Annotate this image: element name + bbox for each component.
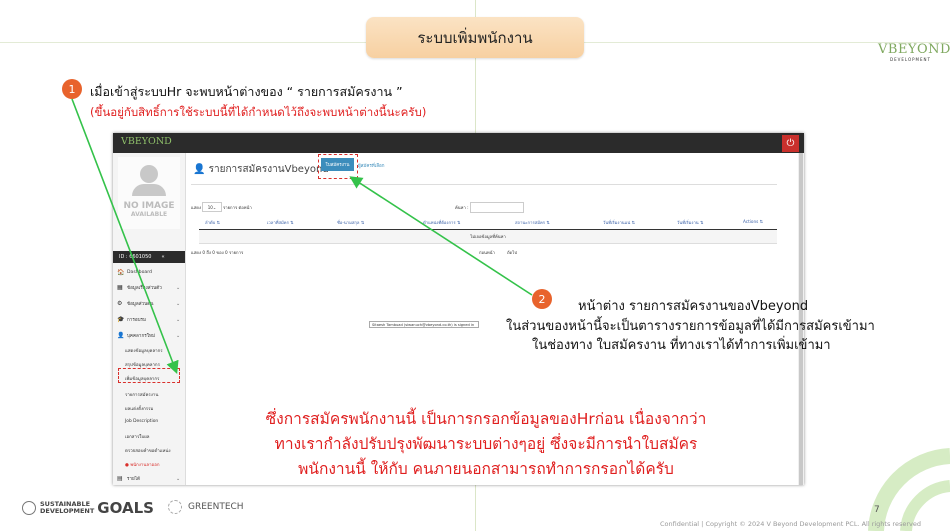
column-header[interactable]: วันที่เริ่มงานแน่ ⇅ [603, 219, 635, 226]
sidebar-item-label: ข้อมูลส่วนตน [127, 302, 154, 307]
app-brand[interactable]: VBEYOND [121, 136, 172, 147]
app-topbar: VBEYOND ⏻ [113, 133, 804, 153]
column-header[interactable]: ตำแหน่งที่ต้องการ ⇅ [423, 219, 460, 226]
user-icon: 👤 [117, 332, 125, 339]
user-id: ID : 6601050 [119, 254, 152, 260]
home-icon: 🏠 [117, 269, 125, 276]
sdg-goals: GOALS [97, 499, 154, 517]
column-header[interactable]: สถานะการสมัคร ⇅ [515, 219, 550, 226]
subnav-item[interactable]: เอกสารใบผล [125, 433, 150, 440]
search-label: ค้นหา : [455, 205, 469, 210]
note-line-2: ทางเรากำลังปรับปรุงพัฒนาระบบต่างๆอยู่ ซึ… [274, 435, 698, 453]
sdg-logo: SUSTAINABLE DEVELOPMENT GOALS [22, 499, 154, 517]
highlight-tab [318, 154, 358, 179]
page-title-text: รายการสมัครงานVbeyond [208, 164, 329, 175]
sdg-line-2: DEVELOPMENT [40, 507, 95, 515]
step-2-line-1: หน้าต่าง รายการสมัครงานของVbeyond [578, 299, 809, 314]
avatar-body-icon [132, 184, 166, 196]
copyright: Confidential | Copyright © 2024 V Beyond… [660, 520, 921, 528]
note-line-3: พนักงานนี้ ให้กับ คนภายนอกสามารถทำการกรอ… [298, 460, 674, 478]
subnav-item[interactable]: Job Description [125, 419, 158, 424]
user-id-bar: ID : 6601050 « [113, 251, 185, 263]
page-length-select[interactable]: 10 ⌄ [202, 202, 222, 212]
avatar-head-icon [140, 165, 158, 183]
no-image-line-1: NO IMAGE [123, 201, 175, 211]
gear-icon: ⚙ [117, 300, 123, 307]
signed-in-tooltip: Sitaesh Tambuad (siwanuch@vbeyond.co.th)… [369, 321, 479, 328]
subnav-item[interactable]: สรุปข้อมูลบุคลากร [125, 361, 160, 368]
step-2-line-2: ในส่วนของหน้านี้จะเป็นตารางรายการข้อมูลท… [506, 319, 875, 334]
page-number: 7 [874, 505, 880, 515]
logo-name: VBEYOND [878, 42, 950, 57]
show-suffix: รายการ ต่อหน้า [223, 205, 252, 210]
subnav-item-applications[interactable]: รายการสมัครงาน [125, 391, 158, 398]
subnav-item[interactable]: แสดงข้อมูลบุคลากร [125, 347, 163, 354]
sidebar-item-label: การอบรม [127, 318, 146, 323]
note-line-1: ซึ่งการสมัครพนักงานนี้ เป็นการกรอกข้อมูล… [265, 410, 707, 428]
search-input[interactable] [470, 202, 524, 213]
tab-selected-applicants[interactable]: ผู้สมัครที่เลือก [358, 162, 384, 169]
user-icon: 👤 [193, 164, 209, 175]
show-label: แสดง [191, 205, 202, 210]
graduation-cap-icon: 🎓 [117, 316, 125, 323]
subnav-item[interactable]: ตรวจสอบคำขอตำแหน่ง [125, 447, 171, 454]
document-icon: ▤ [117, 475, 123, 482]
divider [191, 184, 777, 185]
un-emblem-icon [22, 501, 36, 515]
no-image-line-2: AVAILABLE [130, 211, 168, 218]
collapse-icon[interactable]: « [161, 254, 164, 260]
prev-page-button[interactable]: ก่อนหน้า [479, 249, 495, 256]
highlight-subnav [118, 368, 180, 383]
vbeyond-logo: VBEYOND DEVELOPMENT [878, 42, 950, 62]
step-2-badge: 2 [532, 289, 552, 309]
chevron-down-icon: ⌄ [176, 285, 181, 291]
sidebar-item-label: บุคคลากรใหม่ [127, 334, 156, 339]
slide-title: ระบบเพิ่มพนักงาน [366, 17, 584, 58]
next-page-button[interactable]: ถัดไป [507, 249, 517, 256]
avatar: NO IMAGE AVAILABLE [118, 157, 180, 229]
subnav-item-resigned[interactable]: ● พนักงานลาออก [125, 461, 160, 468]
column-header[interactable]: วันที่เริ่มงาน ⇅ [677, 219, 704, 226]
step-1-badge: 1 [62, 79, 82, 99]
chevron-down-icon: ⌄ [176, 333, 181, 339]
step-2-line-3: ในช่องทาง ใบสมัครงาน ที่ทางเราได้ทำการเพ… [532, 338, 831, 353]
table-info: แสดง 0 ถึง 0 ของ 0 รายการ [191, 250, 244, 255]
power-icon[interactable]: ⏻ [782, 135, 799, 152]
sidebar-item-label: ข้อมูลเรื่องส่วนตัว [127, 286, 162, 291]
column-header[interactable]: ชื่อ-นามสกุล ⇅ [337, 219, 364, 226]
chevron-down-icon: ⌄ [176, 317, 181, 323]
greentech-logo: GREENTECH [168, 500, 244, 514]
step-1-text: เมื่อเข้าสู่ระบบHr จะพบหน้าต่างของ “ ราย… [90, 84, 403, 99]
column-header[interactable]: Actions ⇅ [743, 219, 763, 224]
subnav-item-label: พนักงานลาออก [130, 463, 160, 468]
page-title: 👤 รายการสมัครงานVbeyond [193, 162, 329, 177]
step-1-note: (ขึ้นอยู่กับสิทธิ์การใช้ระบบนี้ที่ได้กำห… [90, 105, 427, 119]
greentech-icon [168, 500, 182, 514]
slide-title-text: ระบบเพิ่มพนักงาน [417, 28, 533, 47]
empty-row: ไม่เจอข้อมูลที่ค้นหา [199, 230, 777, 244]
sidebar-item-label: รายได้ [127, 477, 141, 482]
greentech-text: GREENTECH [188, 502, 244, 512]
logo-tagline: DEVELOPMENT [890, 57, 931, 62]
sidebar-item-label: Dashboard [127, 270, 152, 275]
table-header: ลำดับ ⇅ เวลาที่สมัคร ⇅ ชื่อ-นามสกุล ⇅ ตำ… [199, 214, 777, 230]
column-header[interactable]: ลำดับ ⇅ [205, 219, 220, 226]
grid-icon: ▦ [117, 284, 123, 291]
subnav-item[interactable]: ผลแต่งตั้งกรรม [125, 405, 153, 412]
column-header[interactable]: เวลาที่สมัคร ⇅ [267, 219, 294, 226]
sdg-text: SUSTAINABLE DEVELOPMENT [40, 501, 94, 515]
chevron-down-icon: ⌄ [212, 204, 217, 210]
chevron-down-icon: ⌄ [176, 301, 181, 307]
